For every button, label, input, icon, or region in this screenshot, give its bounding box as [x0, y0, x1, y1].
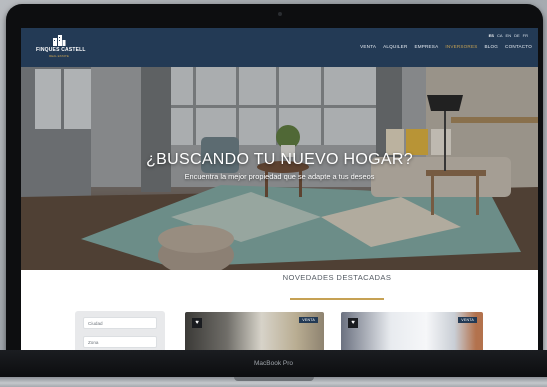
laptop-frame: FINQUES CASTELL REAL ESTATE ES CA EN DE …	[6, 4, 543, 378]
language-switcher: ES CA EN DE FR	[489, 33, 528, 38]
featured-title: NOVEDADES DESTACADAS	[282, 273, 392, 282]
hero-title: ¿BUSCANDO TU NUEVO HOGAR?	[146, 151, 413, 168]
menu-item-empresa[interactable]: EMPRESA	[414, 44, 438, 49]
property-card[interactable]: ♥ VENTA	[341, 312, 483, 354]
search-filter-panel: Ciudad Zona	[75, 311, 165, 354]
menu-item-blog[interactable]: BLOG	[484, 44, 498, 49]
hero-banner: ¿BUSCANDO TU NUEVO HOGAR? Encuentra la m…	[21, 67, 538, 270]
main-menu: VENTA ALQUILER EMPRESA INVERSORES BLOG C…	[360, 44, 532, 49]
title-divider	[290, 298, 384, 300]
hero-subtitle: Encuentra la mejor propiedad que se adap…	[184, 172, 375, 181]
menu-item-inversores[interactable]: INVERSORES	[445, 44, 477, 49]
site-logo[interactable]: FINQUES CASTELL REAL ESTATE	[36, 35, 86, 63]
lang-en[interactable]: EN	[506, 33, 512, 38]
property-card[interactable]: ♥ VENTA	[185, 312, 324, 354]
browser-screen: FINQUES CASTELL REAL ESTATE ES CA EN DE …	[21, 28, 538, 354]
menu-item-alquiler[interactable]: ALQUILER	[383, 44, 407, 49]
heart-icon[interactable]: ♥	[348, 318, 358, 328]
heart-icon[interactable]: ♥	[192, 318, 202, 328]
laptop-notch	[234, 377, 314, 381]
device-label: MacBook Pro	[253, 360, 294, 367]
building-icon	[53, 35, 66, 46]
lang-fr[interactable]: FR	[523, 33, 528, 38]
menu-item-contacto[interactable]: CONTACTO	[505, 44, 532, 49]
lang-es[interactable]: ES	[489, 33, 494, 38]
zone-input[interactable]: Zona	[83, 336, 157, 348]
city-input[interactable]: Ciudad	[83, 317, 157, 329]
site-header: FINQUES CASTELL REAL ESTATE ES CA EN DE …	[21, 28, 538, 67]
lang-de[interactable]: DE	[514, 33, 520, 38]
status-badge: VENTA	[299, 317, 318, 323]
status-badge: VENTA	[458, 317, 477, 323]
brand-subtitle: REAL ESTATE	[49, 54, 69, 58]
lang-ca[interactable]: CA	[497, 33, 503, 38]
brand-name: FINQUES CASTELL	[36, 47, 86, 53]
menu-item-venta[interactable]: VENTA	[360, 44, 376, 49]
camera-dot	[278, 12, 282, 16]
